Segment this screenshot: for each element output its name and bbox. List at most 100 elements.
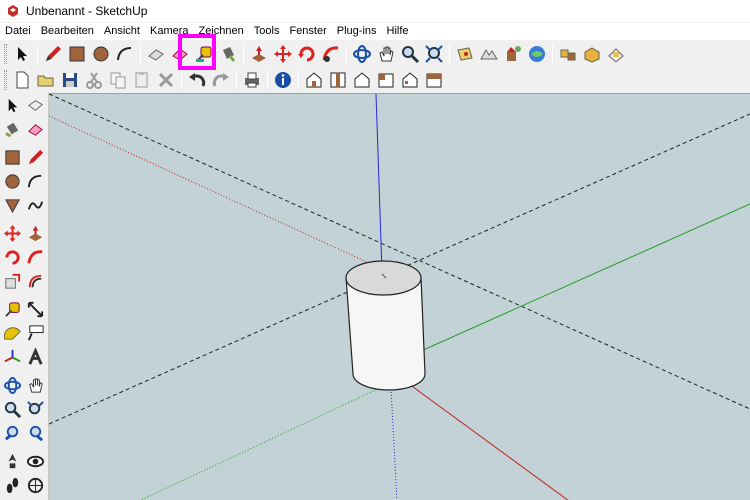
components-icon[interactable]	[580, 42, 604, 66]
eraser-icon[interactable]	[168, 42, 192, 66]
delete-icon[interactable]	[154, 68, 178, 92]
line-pencil-icon[interactable]	[24, 146, 47, 169]
title-bar: Unbenannt - SketchUp	[0, 0, 750, 22]
tape-measure-icon[interactable]	[192, 42, 216, 66]
rectangle-icon[interactable]	[65, 42, 89, 66]
paste-icon[interactable]	[130, 68, 154, 92]
orbit-icon[interactable]	[350, 42, 374, 66]
text-icon[interactable]	[24, 322, 47, 345]
window-title: Unbenannt - SketchUp	[26, 4, 148, 18]
main-toolbar	[0, 40, 750, 67]
axes-icon[interactable]	[1, 346, 24, 369]
look-around-icon[interactable]	[24, 450, 47, 473]
tape-measure-icon[interactable]	[1, 298, 24, 321]
follow-me-icon[interactable]	[24, 246, 47, 269]
scale-icon[interactable]	[1, 270, 24, 293]
iso-view-icon[interactable]	[302, 68, 326, 92]
red-axis	[408, 383, 569, 500]
section-plane-icon[interactable]	[24, 474, 47, 497]
freehand-icon[interactable]	[24, 194, 47, 217]
copy-icon[interactable]	[106, 68, 130, 92]
sandbox-icon[interactable]	[604, 42, 628, 66]
get-models-icon[interactable]	[525, 42, 549, 66]
menu-plug-ins[interactable]: Plug-ins	[332, 23, 382, 40]
front-view-icon[interactable]	[350, 68, 374, 92]
arc-icon[interactable]	[113, 42, 137, 66]
open-file-icon[interactable]	[34, 68, 58, 92]
menu-tools[interactable]: Tools	[249, 23, 285, 40]
right-view-icon[interactable]	[374, 68, 398, 92]
cylinder[interactable]	[345, 260, 426, 391]
top-view-icon[interactable]	[326, 68, 350, 92]
toolbar-grip[interactable]	[4, 69, 7, 90]
orbit-icon[interactable]	[1, 374, 24, 397]
offset-icon[interactable]	[24, 270, 47, 293]
model-info-icon[interactable]	[271, 68, 295, 92]
rotate-icon[interactable]	[1, 246, 24, 269]
push-pull-icon[interactable]	[24, 222, 47, 245]
paint-bucket-icon[interactable]	[1, 118, 24, 141]
toolbar-separator	[236, 69, 237, 90]
line-pencil-icon[interactable]	[41, 42, 65, 66]
eraser-icon[interactable]	[24, 118, 47, 141]
drawing-viewport[interactable]	[49, 93, 750, 500]
menu-datei[interactable]: Datei	[0, 23, 36, 40]
zoom-icon[interactable]	[398, 42, 422, 66]
toolbar-separator	[267, 69, 268, 90]
toolbar-grip[interactable]	[4, 43, 7, 64]
zoom-window-icon[interactable]	[24, 398, 47, 421]
back-view-icon[interactable]	[398, 68, 422, 92]
zoom-extents-icon[interactable]	[24, 422, 47, 445]
circle-icon[interactable]	[89, 42, 113, 66]
menu-kamera[interactable]: Kamera	[145, 23, 194, 40]
make-component-icon[interactable]	[24, 94, 47, 117]
toggle-terrain-icon[interactable]	[477, 42, 501, 66]
menu-hilfe[interactable]: Hilfe	[382, 23, 414, 40]
cut-icon[interactable]	[82, 68, 106, 92]
rotate-icon[interactable]	[295, 42, 319, 66]
rectangle-icon[interactable]	[1, 146, 24, 169]
menu-fenster[interactable]: Fenster	[284, 23, 331, 40]
toolbar-separator	[346, 43, 347, 64]
menu-bearbeiten[interactable]: Bearbeiten	[36, 23, 99, 40]
component-make-icon[interactable]	[144, 42, 168, 66]
polygon-icon[interactable]	[1, 194, 24, 217]
toolbar-separator	[140, 43, 141, 64]
add-location-icon[interactable]	[453, 42, 477, 66]
dimension-icon[interactable]	[24, 298, 47, 321]
3d-text-icon[interactable]	[24, 346, 47, 369]
zoom-icon[interactable]	[1, 398, 24, 421]
pan-icon[interactable]	[24, 374, 47, 397]
green-axis	[420, 203, 750, 352]
sketchup-app-icon	[6, 4, 20, 18]
standard-toolbar	[0, 66, 480, 93]
previous-view-icon[interactable]	[1, 422, 24, 445]
select-icon[interactable]	[10, 42, 34, 66]
new-file-icon[interactable]	[10, 68, 34, 92]
move-icon[interactable]	[271, 42, 295, 66]
print-icon[interactable]	[240, 68, 264, 92]
arc-icon[interactable]	[24, 170, 47, 193]
paint-bucket-icon[interactable]	[216, 42, 240, 66]
menu-ansicht[interactable]: Ansicht	[99, 23, 145, 40]
share-model-icon[interactable]	[556, 42, 580, 66]
pan-icon[interactable]	[374, 42, 398, 66]
walk-icon[interactable]	[1, 474, 24, 497]
toolbar-separator	[298, 69, 299, 90]
preview-model-icon[interactable]	[501, 42, 525, 66]
move-icon[interactable]	[1, 222, 24, 245]
blue-axis-negative	[390, 388, 398, 500]
follow-me-icon[interactable]	[319, 42, 343, 66]
protractor-icon[interactable]	[1, 322, 24, 345]
large-tool-set	[0, 93, 49, 500]
redo-icon[interactable]	[209, 68, 233, 92]
push-pull-icon[interactable]	[247, 42, 271, 66]
undo-icon[interactable]	[185, 68, 209, 92]
circle-icon[interactable]	[1, 170, 24, 193]
menu-zeichnen[interactable]: Zeichnen	[194, 23, 249, 40]
position-camera-icon[interactable]	[1, 450, 24, 473]
save-icon[interactable]	[58, 68, 82, 92]
zoom-extents-icon[interactable]	[422, 42, 446, 66]
left-view-icon[interactable]	[422, 68, 446, 92]
select-icon[interactable]	[1, 94, 24, 117]
